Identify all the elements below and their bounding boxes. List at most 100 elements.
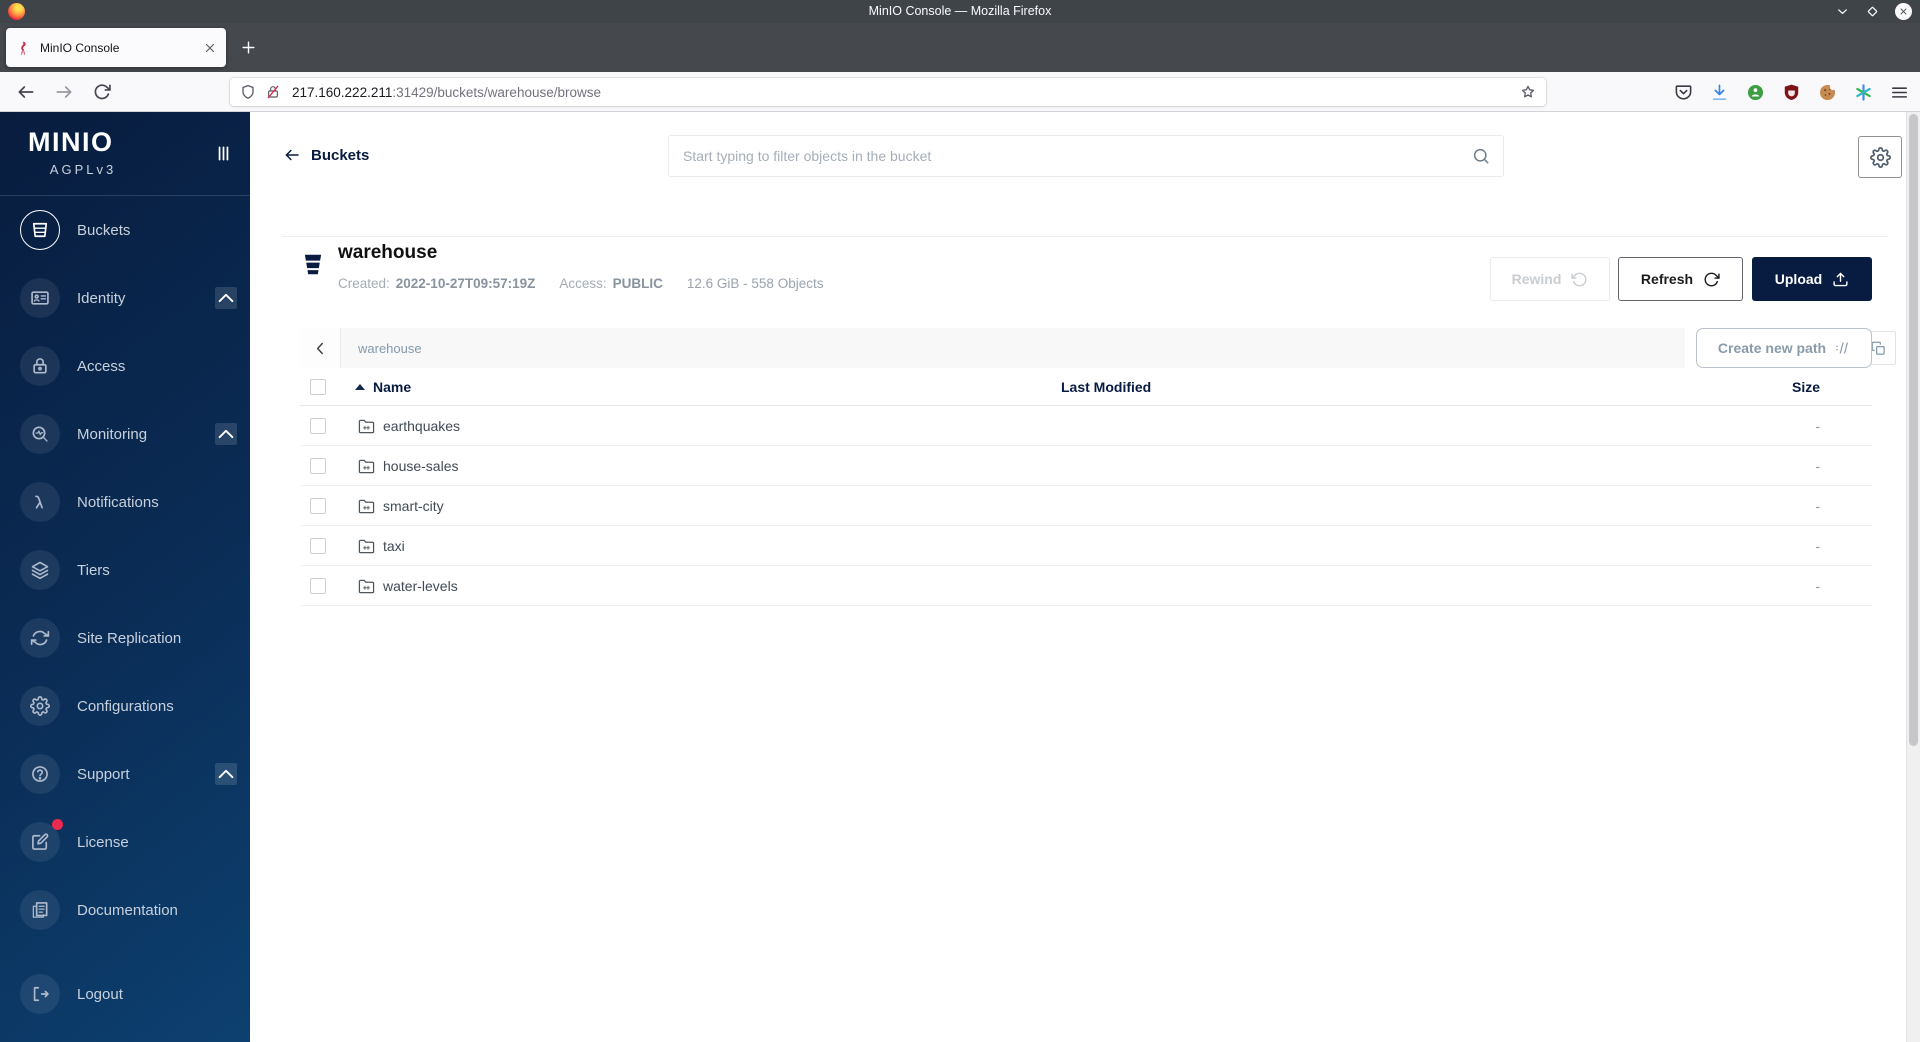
license-tag: AGPLv3 [49, 162, 117, 177]
url-text: 217.160.222.211:31429/buckets/warehouse/… [292, 85, 601, 100]
minimize-icon[interactable] [1835, 4, 1850, 19]
settings-button[interactable] [1858, 136, 1902, 178]
create-path-button[interactable]: Create new path [1696, 328, 1872, 368]
refresh-icon [1703, 271, 1720, 288]
chevron-up-icon[interactable] [215, 763, 237, 785]
objects-table: Name Last Modified Size earthquakes - ho… [300, 376, 1872, 606]
window-titlebar: MinIO Console — Mozilla Firefox [0, 0, 1920, 23]
browser-tab[interactable]: MinIO Console [6, 28, 226, 67]
license-icon [30, 832, 50, 852]
path-bar: warehouse [300, 328, 1685, 368]
table-row[interactable]: taxi - [300, 526, 1872, 566]
object-name[interactable]: taxi [383, 538, 405, 554]
asterisk-extension-icon[interactable] [1854, 83, 1873, 102]
breadcrumb-back[interactable]: Buckets [283, 146, 369, 164]
row-checkbox[interactable] [310, 418, 326, 434]
column-last-modified[interactable]: Last Modified [1061, 379, 1151, 395]
select-all-checkbox[interactable] [310, 379, 326, 395]
notifications-icon [30, 492, 50, 512]
sidebar-item-logout[interactable]: Logout [0, 960, 250, 1028]
sidebar-item-notifications[interactable]: Notifications [0, 468, 250, 536]
close-icon[interactable] [1895, 3, 1912, 20]
sidebar-item-tiers[interactable]: Tiers [0, 536, 250, 604]
table-row[interactable]: earthquakes - [300, 406, 1872, 446]
menu-icon[interactable] [1890, 83, 1909, 102]
object-size: - [1815, 458, 1820, 474]
path-back-button[interactable] [300, 328, 341, 368]
table-row[interactable]: smart-city - [300, 486, 1872, 526]
object-name[interactable]: water-levels [383, 578, 458, 594]
bucket-meta: Created: 2022-10-27T09:57:19Z Access: PU… [338, 276, 823, 291]
url-bar[interactable]: 217.160.222.211:31429/buckets/warehouse/… [230, 78, 1546, 106]
search-box [668, 135, 1504, 177]
created-label: Created: [338, 276, 390, 291]
new-tab-button[interactable] [240, 39, 257, 56]
column-name[interactable]: Name [355, 379, 411, 395]
bookmark-star-icon[interactable] [1520, 84, 1536, 100]
tiers-icon [30, 560, 50, 580]
rewind-icon [1571, 271, 1588, 288]
row-checkbox[interactable] [310, 498, 326, 514]
sidebar-item-support[interactable]: Support [0, 740, 250, 808]
filter-objects-input[interactable] [669, 148, 1472, 164]
table-row[interactable]: water-levels - [300, 566, 1872, 606]
insecure-lock-icon[interactable] [265, 84, 281, 100]
content-divider [282, 236, 1888, 237]
sidebar-item-monitoring[interactable]: Monitoring [0, 400, 250, 468]
create-path-icon [1834, 340, 1850, 356]
logout-icon [30, 984, 50, 1004]
sidebar-item-license[interactable]: License [0, 808, 250, 876]
scrollbar-thumb[interactable] [1909, 114, 1918, 747]
minio-favicon [15, 40, 31, 56]
row-checkbox[interactable] [310, 538, 326, 554]
cookie-extension-icon[interactable] [1818, 83, 1837, 102]
upload-button[interactable]: Upload [1752, 257, 1872, 301]
chevron-up-icon[interactable] [215, 287, 237, 309]
sidebar-item-site-replication[interactable]: Site Replication [0, 604, 250, 672]
object-name[interactable]: house-sales [383, 458, 459, 474]
search-icon [1472, 147, 1490, 165]
rewind-button[interactable]: Rewind [1490, 257, 1610, 301]
tab-close-icon[interactable] [203, 41, 217, 55]
privacy-extension-icon[interactable] [1746, 83, 1765, 102]
back-button[interactable] [16, 82, 36, 102]
toolbar-extensions [1674, 72, 1909, 112]
table-header: Name Last Modified Size [300, 376, 1872, 406]
url-path: :31429/buckets/warehouse/browse [392, 84, 601, 100]
current-path: warehouse [358, 340, 422, 356]
column-size[interactable]: Size [1740, 379, 1820, 395]
object-name[interactable]: smart-city [383, 498, 444, 514]
maximize-icon[interactable] [1865, 4, 1880, 19]
notification-badge [52, 819, 63, 830]
copy-icon [1871, 341, 1886, 356]
ublock-icon[interactable] [1782, 83, 1801, 102]
tracking-shield-icon[interactable] [240, 84, 256, 100]
table-row[interactable]: house-sales - [300, 446, 1872, 486]
row-checkbox[interactable] [310, 578, 326, 594]
url-host: 217.160.222.211 [292, 84, 393, 100]
sidebar-item-documentation[interactable]: Documentation [0, 876, 250, 944]
sidebar: MINIO AGPLv3 Buckets Identity Access Mon… [0, 112, 250, 1042]
downloads-icon[interactable] [1710, 83, 1729, 102]
sidebar-item-buckets[interactable]: Buckets [0, 196, 250, 264]
breadcrumb-label[interactable]: Buckets [311, 147, 369, 164]
bucket-title: warehouse [338, 242, 438, 263]
forward-button[interactable] [54, 82, 74, 102]
sidebar-item-identity[interactable]: Identity [0, 264, 250, 332]
folder-icon [358, 498, 375, 515]
window-controls [1835, 0, 1912, 23]
page-scrollbar[interactable] [1906, 112, 1920, 1042]
sidebar-menu: Buckets Identity Access Monitoring Notif… [0, 196, 250, 1028]
main-content: Buckets warehouse Created: 2022-10-27T09… [250, 112, 1906, 1042]
row-checkbox[interactable] [310, 458, 326, 474]
configurations-icon [30, 696, 50, 716]
object-name[interactable]: earthquakes [383, 418, 460, 434]
minio-logo: MINIO [28, 127, 114, 157]
chevron-up-icon[interactable] [215, 423, 237, 445]
sidebar-item-configurations[interactable]: Configurations [0, 672, 250, 740]
refresh-button[interactable]: Refresh [1618, 257, 1743, 301]
sidebar-collapse-button[interactable] [213, 143, 234, 164]
sidebar-item-access[interactable]: Access [0, 332, 250, 400]
pocket-icon[interactable] [1674, 83, 1693, 102]
reload-button[interactable] [92, 82, 112, 102]
